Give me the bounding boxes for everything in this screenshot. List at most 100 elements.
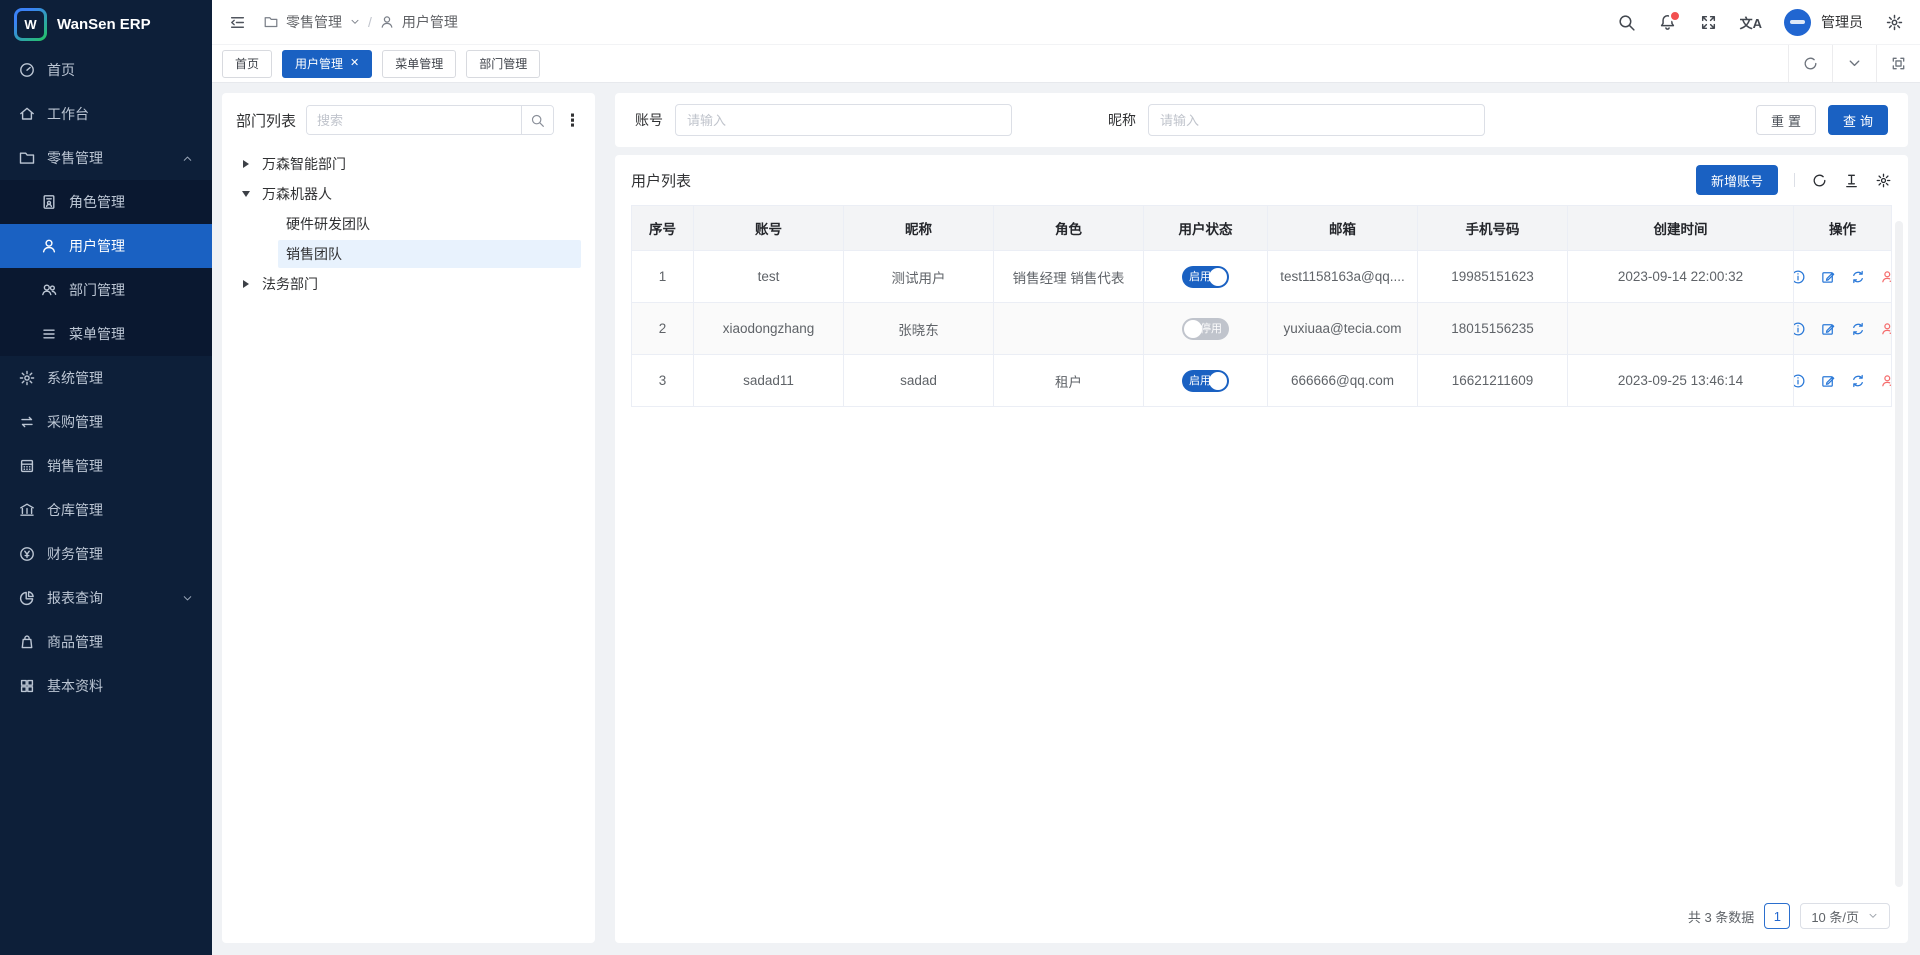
reset-button[interactable]: 重置 — [1756, 105, 1816, 135]
column-settings-icon[interactable] — [1875, 172, 1892, 189]
sidebar: W WanSen ERP 首页工作台零售管理角色管理用户管理部门管理菜单管理系统… — [0, 0, 212, 955]
status-toggle[interactable]: 启用 — [1182, 266, 1229, 288]
chevron-down-icon — [1867, 910, 1879, 922]
expand-arrow-icon[interactable] — [243, 280, 249, 288]
tab-label: 部门管理 — [479, 55, 527, 72]
info-icon[interactable] — [1794, 373, 1806, 389]
collapse-menu-icon[interactable] — [228, 13, 247, 32]
sidebar-item-retail[interactable]: 零售管理 — [0, 136, 212, 180]
more-options-icon[interactable]: ⋮ — [564, 112, 581, 129]
tab-menu-mgmt[interactable]: 菜单管理 — [382, 50, 456, 78]
account-input[interactable] — [675, 104, 1012, 136]
sidebar-item-goods[interactable]: 商品管理 — [0, 620, 212, 664]
close-icon[interactable]: ✕ — [350, 58, 359, 69]
page-size-select[interactable]: 10 条/页 — [1800, 903, 1890, 929]
department-panel-header: 部门列表 ⋮ — [236, 105, 581, 135]
tree-item-wansen-robot[interactable]: 万森机器人 — [236, 179, 581, 209]
tab-options-button[interactable] — [1832, 45, 1876, 82]
status-toggle[interactable]: 启用 — [1182, 370, 1229, 392]
tab-user-mgmt[interactable]: 用户管理✕ — [282, 50, 372, 78]
refresh-icon — [1802, 55, 1819, 72]
add-account-button[interactable]: 新增账号 — [1696, 165, 1778, 195]
department-search-button[interactable] — [521, 106, 553, 134]
sidebar-item-workbench[interactable]: 工作台 — [0, 92, 212, 136]
info-icon[interactable] — [1794, 269, 1806, 285]
filter-actions: 重置 查询 — [1756, 105, 1888, 135]
fullscreen-icon[interactable] — [1699, 13, 1718, 32]
cell-nickname: 张晓东 — [844, 303, 994, 355]
edit-icon[interactable] — [1820, 373, 1836, 389]
sidebar-item-report[interactable]: 报表查询 — [0, 576, 212, 620]
refresh-page-button[interactable] — [1788, 45, 1832, 82]
open-tabs: 首页用户管理✕ 菜单管理 部门管理 — [222, 45, 540, 82]
tree-item-wansen-smart[interactable]: 万森智能部门 — [236, 149, 581, 179]
avatar[interactable] — [1784, 9, 1811, 36]
tree-item-legal-dept[interactable]: 法务部门 — [236, 269, 581, 299]
collapse-arrow-icon[interactable] — [242, 191, 250, 197]
cell-roles — [994, 303, 1144, 355]
search-button[interactable]: 查询 — [1828, 105, 1888, 135]
tree-item-label: 销售团队 — [286, 244, 342, 264]
page-size-value: 10 条/页 — [1811, 907, 1859, 926]
bank-icon — [18, 501, 36, 519]
sidebar-item-warehouse[interactable]: 仓库管理 — [0, 488, 212, 532]
refresh-table-icon[interactable] — [1811, 172, 1828, 189]
sidebar-item-sales[interactable]: 销售管理 — [0, 444, 212, 488]
status-toggle[interactable]: 停用 — [1182, 318, 1229, 340]
cell-account: xiaodongzhang — [694, 303, 844, 355]
info-icon[interactable] — [1794, 321, 1806, 337]
remove-user-icon[interactable] — [1880, 321, 1892, 337]
remove-user-icon[interactable] — [1880, 373, 1892, 389]
search-icon — [530, 113, 545, 128]
dashboard-icon — [18, 61, 36, 79]
sidebar-item-system[interactable]: 系统管理 — [0, 356, 212, 400]
sidebar-item-label: 报表查询 — [47, 588, 103, 608]
cell-actions — [1794, 303, 1892, 355]
reset-password-icon[interactable] — [1850, 373, 1866, 389]
table-scrollbar[interactable] — [1895, 221, 1903, 887]
nickname-label: 昵称 — [1108, 110, 1136, 130]
cell-index: 2 — [632, 303, 694, 355]
cell-email: test1158163a@qq.... — [1268, 251, 1418, 303]
sidebar-item-menu[interactable]: 菜单管理 — [0, 312, 212, 356]
row-height-icon[interactable] — [1843, 172, 1860, 189]
sidebar-item-basic[interactable]: 基本资料 — [0, 664, 212, 708]
tree-item-sales-team[interactable]: 销售团队 — [236, 239, 581, 269]
tab-dept-mgmt[interactable]: 部门管理 — [466, 50, 540, 78]
chevron-down-icon[interactable] — [349, 16, 361, 28]
user-name[interactable]: 管理员 — [1821, 12, 1863, 32]
sidebar-item-purchase[interactable]: 采购管理 — [0, 400, 212, 444]
sidebar-item-user[interactable]: 用户管理 — [0, 224, 212, 268]
nickname-input[interactable] — [1148, 104, 1485, 136]
notifications-button[interactable] — [1658, 13, 1677, 32]
breadcrumb-section[interactable]: 零售管理 — [286, 12, 342, 32]
chevron-down-icon — [1846, 55, 1863, 72]
cell-index: 1 — [632, 251, 694, 303]
nickname-field: 昵称 — [1108, 104, 1485, 136]
sidebar-item-home[interactable]: 首页 — [0, 48, 212, 92]
reset-password-icon[interactable] — [1850, 269, 1866, 285]
calculator-icon — [18, 457, 36, 475]
language-icon[interactable]: 文A — [1740, 13, 1762, 32]
table-row: 3 sadad11 sadad 租户 启用 666666@qq.com 1662… — [632, 355, 1892, 407]
pagination-page-1[interactable]: 1 — [1764, 903, 1790, 929]
cell-index: 3 — [632, 355, 694, 407]
maximize-content-button[interactable] — [1876, 45, 1920, 82]
settings-gear-icon[interactable] — [1885, 13, 1904, 32]
sidebar-item-label: 采购管理 — [47, 412, 103, 432]
edit-icon[interactable] — [1820, 269, 1836, 285]
sidebar-item-finance[interactable]: 财务管理 — [0, 532, 212, 576]
tab-home[interactable]: 首页 — [222, 50, 272, 78]
sidebar-item-role[interactable]: 角色管理 — [0, 180, 212, 224]
expand-arrow-icon[interactable] — [243, 160, 249, 168]
tree-item-hardware-team[interactable]: 硬件研发团队 — [236, 209, 581, 239]
edit-icon[interactable] — [1820, 321, 1836, 337]
search-icon[interactable] — [1617, 13, 1636, 32]
app-root: W WanSen ERP 首页工作台零售管理角色管理用户管理部门管理菜单管理系统… — [0, 0, 1920, 955]
remove-user-icon[interactable] — [1880, 269, 1892, 285]
reset-password-icon[interactable] — [1850, 321, 1866, 337]
sidebar-item-dept[interactable]: 部门管理 — [0, 268, 212, 312]
department-search-input[interactable] — [307, 106, 521, 134]
column-header: 手机号码 — [1418, 206, 1568, 251]
main-area: 零售管理 / 用户管理 文A 管理员 — [212, 0, 1920, 955]
